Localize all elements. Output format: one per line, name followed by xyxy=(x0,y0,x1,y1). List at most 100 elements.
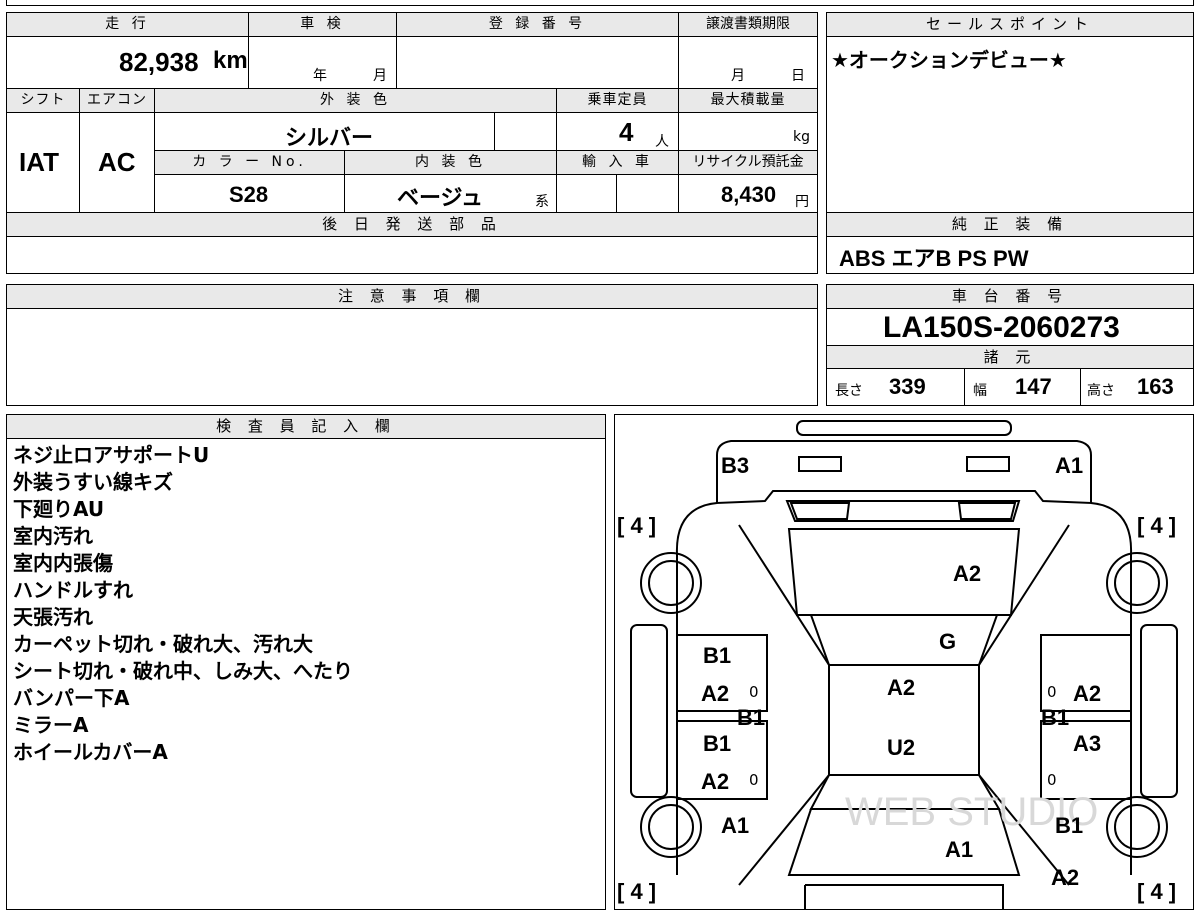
genuine-equipment-value: ABS エアB PS PW xyxy=(839,246,1029,271)
tire-label-rear-left: [ 4 ] xyxy=(617,513,656,538)
label-zero-1: 0 xyxy=(749,683,759,701)
capacity-value: 4 xyxy=(619,117,634,147)
ac-label: エアコン xyxy=(80,89,155,113)
recycle-label: リサイクル預託金 xyxy=(679,151,817,175)
later-parts-box: 後 日 発 送 部 品 xyxy=(6,212,818,274)
rear-glass-right xyxy=(957,502,1017,520)
wheel-rear-right-inner xyxy=(1114,560,1160,606)
inspector-line: シート切れ・破れ中、しみ大、へたり xyxy=(13,659,353,683)
color-no-value: S28 xyxy=(229,182,269,207)
transfer-month: 月 xyxy=(731,68,745,84)
inspector-line: 室内汚れ xyxy=(13,524,93,548)
transfer-day: 日 xyxy=(791,68,805,84)
label-a3-right-rear: A3 xyxy=(1073,731,1101,756)
front-bumper xyxy=(804,884,1004,909)
tire-label-rear-right: [ 4 ] xyxy=(1137,513,1176,538)
label-a2-right-front: A2 xyxy=(1073,681,1101,706)
chassis-label: 車 台 番 号 xyxy=(827,285,1193,309)
recycle-unit: 円 xyxy=(795,194,809,210)
label-zero-3: 0 xyxy=(1047,683,1057,701)
chassis-box: 車 台 番 号 LA150S-2060273 諸 元 長さ 339 幅 147 … xyxy=(826,284,1194,406)
mileage-label: 走 行 xyxy=(7,13,249,37)
import-label: 輸 入 車 xyxy=(557,151,679,175)
wheel-front-right-inner xyxy=(1114,804,1160,850)
inspector-line: バンパー下A xyxy=(13,686,130,710)
right-fender-strip xyxy=(1140,624,1178,798)
label-u2-roof: U2 xyxy=(887,735,915,760)
tire-label-front-right: [ 4 ] xyxy=(1137,879,1176,904)
inspector-label: 検 査 員 記 入 欄 xyxy=(7,415,605,439)
rear-hatch xyxy=(787,528,1021,616)
mileage-unit: km xyxy=(213,47,248,74)
label-b1-right-bottom: B1 xyxy=(1055,813,1083,838)
label-b1-left-rear: B1 xyxy=(703,731,731,756)
inspector-line: 室内内張傷 xyxy=(13,551,113,575)
inspector-line: ミラーA xyxy=(13,713,89,737)
interior-color-cell: ベージュ 系 xyxy=(345,175,557,212)
label-a1-left-bottom: A1 xyxy=(721,813,749,838)
damage-diagram-box: WEB STUDIO [ 4 ] [ 4 ] [ 4 ] [ 4 ] B3 A1… xyxy=(614,414,1194,910)
genuine-equipment-label: 純 正 装 備 xyxy=(827,213,1193,237)
rear-light-left xyxy=(798,456,842,472)
max-load-cell: kg xyxy=(679,113,817,151)
interior-color-label: 内 装 色 xyxy=(345,151,557,175)
wheel-rear-left-inner xyxy=(648,560,694,606)
width-label: 幅 xyxy=(973,383,987,399)
specs-label: 諸 元 xyxy=(827,345,1193,369)
recycle-value: 8,430 xyxy=(721,182,777,207)
capacity-label: 乗車定員 xyxy=(557,89,679,113)
interior-color-suffix: 系 xyxy=(535,194,549,210)
pillar-left-low xyxy=(738,774,830,886)
inspector-line: 下廻りAU xyxy=(13,497,105,521)
exterior-color-extra-cell xyxy=(495,113,557,151)
vehicle-info-table: 走 行 車 検 登 録 番 号 譲渡書類期限 82,938 km 年 月 月 日… xyxy=(6,12,818,213)
label-g-windshield: G xyxy=(939,629,956,654)
transfer-label: 譲渡書類期限 xyxy=(679,13,817,37)
width-value: 147 xyxy=(1015,374,1052,399)
ac-value: AC xyxy=(98,147,136,177)
capacity-unit: 人 xyxy=(655,134,669,150)
exterior-color-label: 外 装 色 xyxy=(155,89,557,113)
inspector-line: ホイールカバーA xyxy=(13,740,168,764)
label-a1-top: A1 xyxy=(1055,453,1083,478)
sales-point-box: セールスポイント ★オークションデビュー★ xyxy=(826,12,1194,213)
pillar-right xyxy=(978,524,1070,666)
transfer-cell: 月 日 xyxy=(679,37,817,89)
notes-label: 注 意 事 項 欄 xyxy=(7,285,817,309)
windshield xyxy=(809,614,999,666)
tire-label-front-left: [ 4 ] xyxy=(617,879,656,904)
import-cell-b xyxy=(617,175,679,212)
inspector-line: ネジ止ロアサポートU xyxy=(13,443,210,467)
height-value: 163 xyxy=(1137,374,1174,399)
car-outline-diagram: WEB STUDIO [ 4 ] [ 4 ] [ 4 ] [ 4 ] B3 A1… xyxy=(617,420,1178,909)
shift-label: シフト xyxy=(7,89,80,113)
label-zero-4: 0 xyxy=(1047,771,1057,789)
left-fender-strip xyxy=(630,624,668,798)
shift-cell: IAT xyxy=(7,113,80,212)
rear-glass-left xyxy=(789,502,851,520)
exterior-color-cell: シルバー xyxy=(155,113,495,151)
height-label: 高さ xyxy=(1087,383,1115,399)
import-cell-a xyxy=(557,175,617,212)
later-parts-label: 後 日 発 送 部 品 xyxy=(7,213,817,237)
height-cell: 高さ 163 xyxy=(1081,369,1193,405)
inspector-line: カーペット切れ・破れ大、汚れ大 xyxy=(13,632,313,656)
inspector-line: 天張汚れ xyxy=(13,605,93,629)
chassis-value: LA150S-2060273 xyxy=(883,311,1120,344)
interior-color-value: ベージュ xyxy=(397,185,484,210)
rear-light-right xyxy=(966,456,1010,472)
shift-value: IAT xyxy=(19,147,59,177)
color-no-cell: S28 xyxy=(155,175,345,212)
inspector-lines: ネジ止ロアサポートU 外装うすい線キズ 下廻りAU 室内汚れ 室内内張傷 ハンド… xyxy=(13,442,353,766)
top-strip xyxy=(6,0,1194,6)
label-a1-front: A1 xyxy=(945,837,973,862)
label-zero-2: 0 xyxy=(749,771,759,789)
length-value: 339 xyxy=(889,374,926,399)
sales-point-value: ★オークションデビュー★ xyxy=(831,48,1067,72)
wheel-front-left-inner xyxy=(648,804,694,850)
mileage-value: 82,938 xyxy=(119,47,199,77)
inspection-cell: 年 月 xyxy=(249,37,397,89)
width-cell: 幅 147 xyxy=(965,369,1081,405)
inspector-line: 外装うすい線キズ xyxy=(13,470,173,494)
color-no-label: カ ラ ー No. xyxy=(155,151,345,175)
